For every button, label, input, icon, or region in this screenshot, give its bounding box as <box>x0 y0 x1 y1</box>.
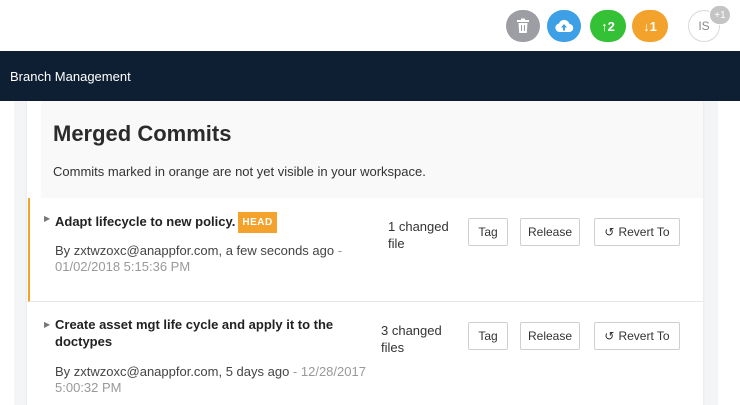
revert-label: Revert To <box>618 329 670 343</box>
user-initials: IS <box>698 19 710 33</box>
top-toolbar: ↑ 2 ↓ 1 IS +1 <box>0 0 740 51</box>
expand-caret-icon[interactable]: ▶ <box>44 320 50 329</box>
commit-author: By zxtwzoxc@anappfor.com, a few seconds … <box>55 243 335 258</box>
commit-author: By zxtwzoxc@anappfor.com, 5 days ago <box>55 364 290 379</box>
card-header <box>41 101 703 198</box>
commit-title[interactable]: Create asset mgt life cycle and apply it… <box>55 316 333 350</box>
commit-date: 12/28/2017 <box>300 364 366 379</box>
expand-caret-icon[interactable]: ▶ <box>44 214 50 223</box>
cloud-upload-icon <box>555 19 574 33</box>
tag-button[interactable]: Tag <box>468 218 508 246</box>
user-count-badge: +1 <box>709 5 731 25</box>
commit-title-line: doctypes <box>55 334 113 349</box>
delete-button[interactable] <box>506 10 540 42</box>
commit-date: 01/02/2018 5:15:36 PM <box>55 259 191 274</box>
commit-title-line: Create asset mgt life cycle and apply it… <box>55 317 334 332</box>
undo-icon: ↺ <box>604 329 615 343</box>
undo-icon: ↺ <box>604 225 615 239</box>
changed-count: 3 changed <box>381 323 442 338</box>
pull-count: 1 <box>649 18 657 34</box>
revert-button[interactable]: ↺ Revert To <box>594 218 680 246</box>
release-button[interactable]: Release <box>520 218 580 246</box>
commit-time: 5:00:32 PM <box>55 380 122 395</box>
changed-unit: files <box>381 340 405 355</box>
trash-icon <box>517 18 529 33</box>
release-button[interactable]: Release <box>520 322 580 350</box>
page-title: Merged Commits <box>53 121 232 146</box>
revert-button[interactable]: ↺ Revert To <box>594 322 680 350</box>
push-button[interactable]: ↑ 2 <box>590 10 626 42</box>
push-count: 2 <box>607 18 615 34</box>
revert-label: Revert To <box>618 225 670 239</box>
commit-meta: By zxtwzoxc@anappfor.com, a few seconds … <box>55 243 343 274</box>
page-subtitle: Commits marked in orange are not yet vis… <box>53 164 426 179</box>
upload-button[interactable] <box>547 10 581 42</box>
changed-files: 3 changed files <box>381 322 442 356</box>
changed-files: 1 changed file <box>388 218 449 252</box>
nav-bar: Branch Management <box>0 51 740 101</box>
commit-title-text: Adapt lifecycle to new policy. <box>55 214 236 229</box>
changed-count: 1 changed <box>388 219 449 234</box>
tag-button[interactable]: Tag <box>468 322 508 350</box>
commit-title[interactable]: Adapt lifecycle to new policy. HEAD <box>55 212 277 233</box>
pull-button[interactable]: ↓ 1 <box>632 10 668 42</box>
changed-unit: file <box>388 236 405 251</box>
commit-meta: By zxtwzoxc@anappfor.com, 5 days ago - 1… <box>55 364 366 395</box>
head-badge: HEAD <box>238 212 277 233</box>
nav-title: Branch Management <box>10 68 131 84</box>
